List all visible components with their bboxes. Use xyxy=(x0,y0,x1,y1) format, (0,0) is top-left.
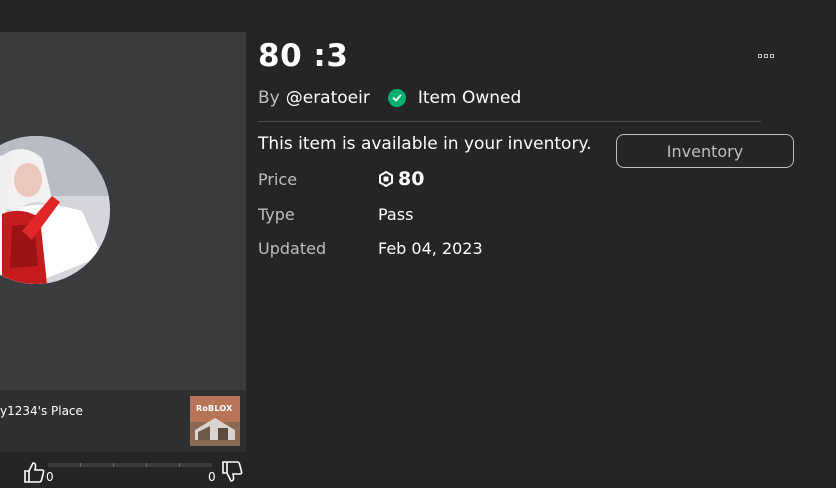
vote-ratio-bar xyxy=(48,463,212,467)
downvote-count: 0 xyxy=(208,470,216,484)
price-label: Price xyxy=(258,170,298,189)
type-value: Pass xyxy=(378,205,414,224)
divider xyxy=(258,121,761,122)
upvote-count: 0 xyxy=(46,470,54,484)
item-thumbnail-panel xyxy=(0,32,246,390)
item-thumbnail-image xyxy=(0,136,110,284)
inventory-button[interactable]: Inventory xyxy=(616,134,794,168)
robux-icon xyxy=(379,171,393,187)
place-thumbnail-logo: RoBLOX xyxy=(196,404,233,413)
availability-text: This item is available in your inventory… xyxy=(258,134,592,154)
item-title: 80 :3 xyxy=(258,38,349,74)
item-owned-label: Item Owned xyxy=(417,88,522,108)
place-name[interactable]: y1234's Place xyxy=(0,404,83,418)
price-value: 80 xyxy=(378,168,424,190)
creator-link[interactable]: @eratoeir xyxy=(286,88,370,108)
more-options-icon[interactable] xyxy=(758,54,774,58)
type-label: Type xyxy=(258,205,295,224)
price-amount: 80 xyxy=(398,168,425,190)
place-bar[interactable]: y1234's Place RoBLOX xyxy=(0,390,246,452)
by-label: By xyxy=(258,88,280,108)
updated-label: Updated xyxy=(258,239,327,258)
updated-value: Feb 04, 2023 xyxy=(378,239,483,258)
item-byline: By @eratoeir Item Owned xyxy=(258,88,521,108)
check-circle-icon xyxy=(387,89,406,107)
place-thumbnail[interactable]: RoBLOX xyxy=(190,396,240,446)
